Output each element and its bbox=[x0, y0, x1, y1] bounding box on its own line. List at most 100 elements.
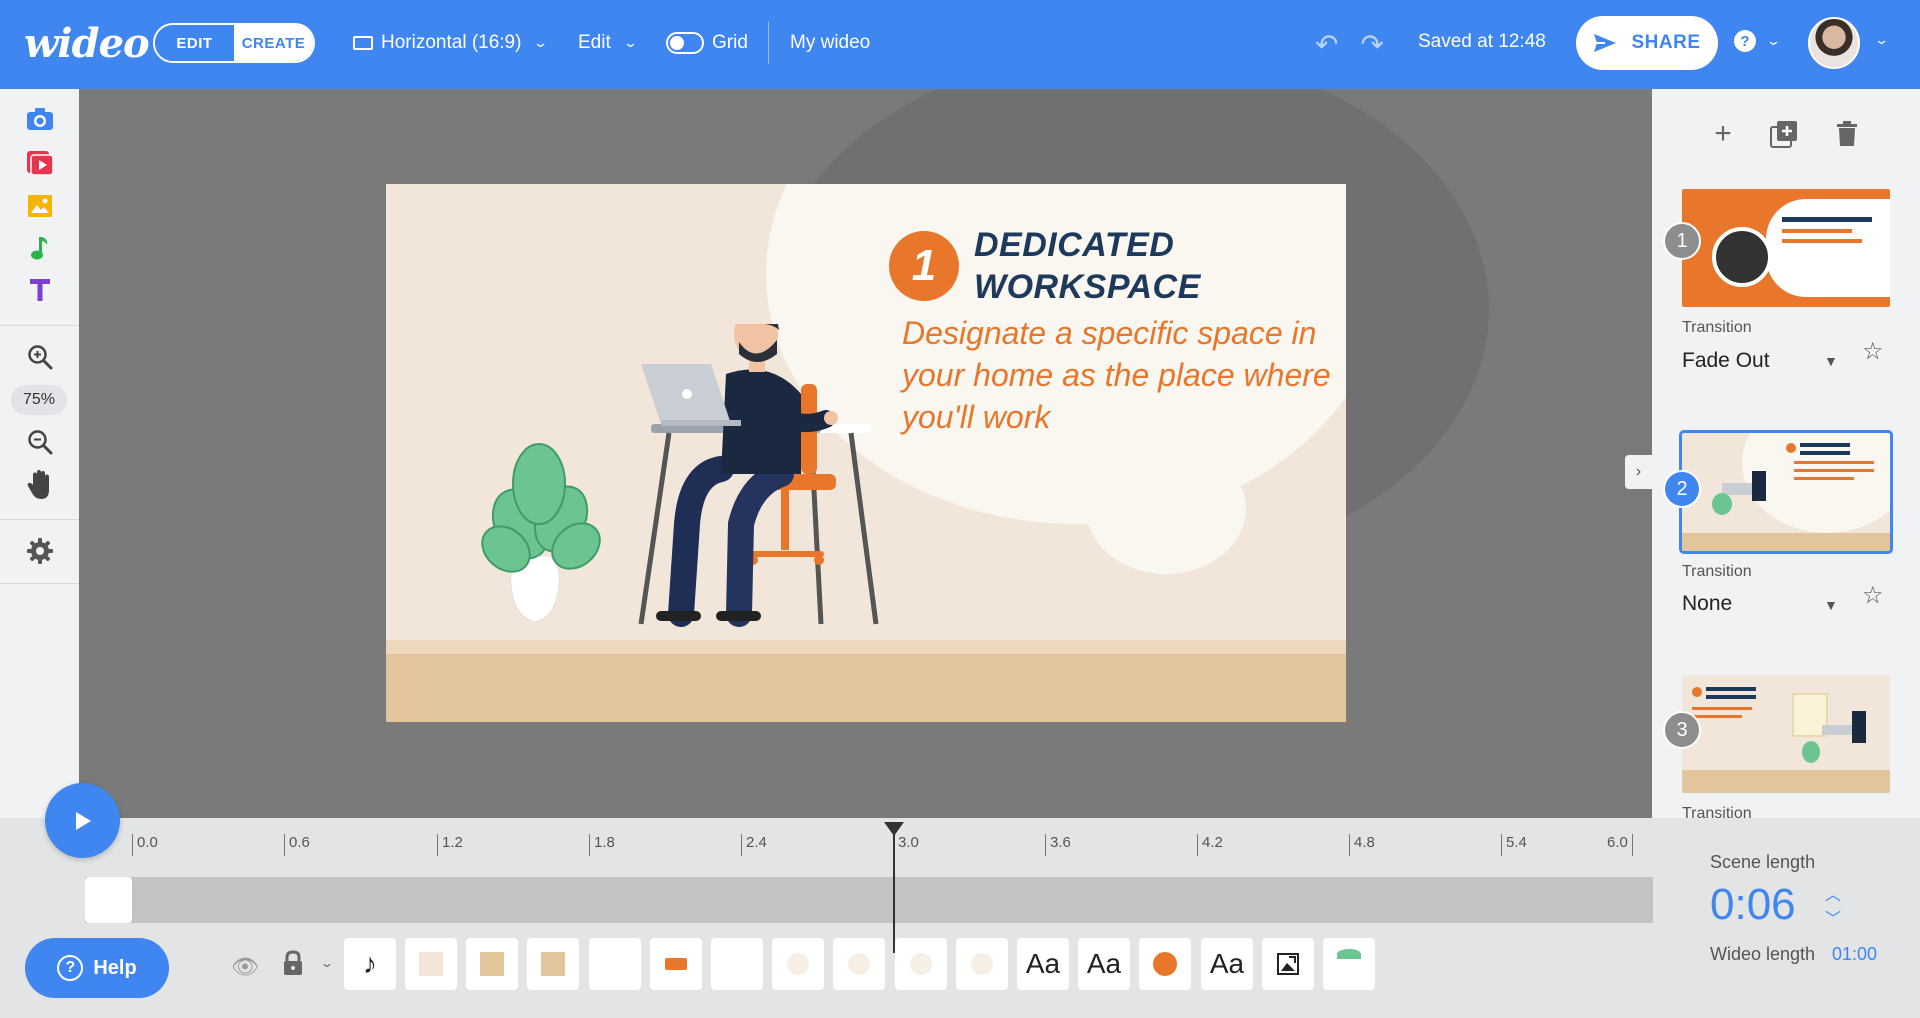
grid-toggle[interactable]: Grid bbox=[666, 28, 748, 58]
camera-button[interactable] bbox=[0, 99, 79, 139]
avatar[interactable] bbox=[1808, 17, 1860, 69]
edit-menu[interactable]: Edit ⌄ bbox=[578, 28, 638, 58]
scene-thumbnail-1[interactable] bbox=[1682, 189, 1890, 307]
scene-number-2[interactable]: 2 bbox=[1663, 470, 1701, 508]
slide-title-line-1: DEDICATED bbox=[974, 226, 1175, 264]
scene-track[interactable] bbox=[85, 877, 1653, 923]
wideo-logo[interactable]: wideo bbox=[24, 20, 150, 67]
timeline-element-image[interactable] bbox=[1262, 938, 1314, 990]
slide-body-text[interactable]: Designate a specific space in your home … bbox=[902, 312, 1342, 438]
music-button[interactable] bbox=[0, 228, 79, 268]
scene-length-value[interactable]: 0:06 bbox=[1710, 880, 1796, 930]
play-button[interactable] bbox=[45, 783, 120, 858]
timeline-element-text[interactable]: Aa bbox=[1017, 938, 1069, 990]
collapse-scenes-button[interactable]: › bbox=[1625, 455, 1652, 489]
divider bbox=[0, 583, 79, 584]
shape-thumb-icon bbox=[480, 952, 504, 976]
grid-label: Grid bbox=[712, 32, 748, 53]
scene-thumbnail-3[interactable] bbox=[1682, 675, 1890, 793]
star-icon[interactable]: ☆ bbox=[1862, 337, 1884, 366]
video-button[interactable] bbox=[0, 143, 79, 183]
timeline-element-shape[interactable] bbox=[527, 938, 579, 990]
circle-thumb-icon bbox=[910, 953, 932, 975]
transition-select-1[interactable]: Fade Out bbox=[1682, 349, 1770, 373]
transition-select-2[interactable]: None bbox=[1682, 592, 1732, 616]
person-at-desk-illustration[interactable] bbox=[481, 324, 901, 659]
chevron-down-icon[interactable]: ⌄ bbox=[1874, 32, 1889, 48]
timeline-element-circle[interactable] bbox=[772, 938, 824, 990]
illustration-thumb-icon bbox=[665, 958, 687, 970]
track-start-handle[interactable] bbox=[85, 877, 132, 923]
timeline-element-circle[interactable] bbox=[956, 938, 1008, 990]
scene-number-3[interactable]: 3 bbox=[1663, 711, 1701, 749]
duplicate-scene-icon[interactable] bbox=[1769, 120, 1798, 148]
caret-down-icon[interactable]: ▼ bbox=[1824, 353, 1838, 369]
eye-icon[interactable]: 👁 bbox=[231, 954, 259, 980]
timeline-element-circle[interactable] bbox=[833, 938, 885, 990]
timeline: 0.0 0.6 1.2 1.8 2.4 3.0 3.6 4.2 4.8 5.4 … bbox=[0, 783, 1920, 1018]
settings-button[interactable] bbox=[0, 531, 79, 571]
top-bar: wideo EDIT CREATE Horizontal (16:9) ⌄ Ed… bbox=[0, 0, 1920, 89]
timeline-element-shape[interactable] bbox=[711, 938, 763, 990]
timeline-element-shape[interactable] bbox=[405, 938, 457, 990]
slide-canvas[interactable]: 1 DEDICATED WORKSPACE Designate a specif… bbox=[386, 184, 1346, 722]
timeline-element-circle[interactable] bbox=[895, 938, 947, 990]
mode-toggle: EDIT CREATE bbox=[153, 23, 315, 63]
zoom-out-button[interactable] bbox=[0, 422, 79, 462]
zoom-in-button[interactable] bbox=[0, 337, 79, 377]
aspect-ratio-icon bbox=[353, 36, 373, 50]
share-button[interactable]: SHARE bbox=[1576, 16, 1718, 70]
saved-status: Saved at 12:48 bbox=[1418, 31, 1546, 52]
ruler-tick: 4.8 bbox=[1349, 834, 1375, 856]
slide-title[interactable]: DEDICATED WORKSPACE bbox=[974, 224, 1201, 308]
create-mode-button[interactable]: CREATE bbox=[234, 25, 313, 61]
edit-mode-button[interactable]: EDIT bbox=[155, 25, 234, 61]
text-icon bbox=[29, 279, 50, 301]
add-scene-icon[interactable]: + bbox=[1714, 117, 1732, 151]
ruler-tick: 2.4 bbox=[741, 834, 767, 856]
scene-number-1[interactable]: 1 bbox=[1663, 222, 1701, 260]
timeline-element-image[interactable] bbox=[650, 938, 702, 990]
slide-number-badge[interactable]: 1 bbox=[889, 231, 959, 301]
ruler-tick: 5.4 bbox=[1501, 834, 1527, 856]
timeline-element-plant[interactable] bbox=[1323, 938, 1375, 990]
help-menu[interactable]: ? ⌄ bbox=[1734, 30, 1782, 52]
ruler-tick: 4.2 bbox=[1197, 834, 1223, 856]
image-button[interactable] bbox=[0, 186, 79, 226]
undo-icon[interactable]: ↶ bbox=[1315, 28, 1338, 61]
project-name[interactable]: My wideo bbox=[790, 28, 870, 58]
playhead[interactable] bbox=[884, 822, 904, 953]
timeline-element-shape[interactable] bbox=[589, 938, 641, 990]
pan-button[interactable] bbox=[0, 465, 79, 505]
help-button[interactable]: ? Help bbox=[25, 938, 169, 998]
transition-label: Transition bbox=[1682, 319, 1752, 336]
edit-menu-label: Edit bbox=[578, 32, 611, 53]
chevron-down-icon[interactable]: ﹀ bbox=[1825, 908, 1841, 932]
divider bbox=[0, 325, 79, 326]
circle-thumb-icon bbox=[971, 953, 993, 975]
canvas-area[interactable]: 1 DEDICATED WORKSPACE Designate a specif… bbox=[79, 89, 1652, 818]
chevron-up-icon[interactable]: ︿ bbox=[1825, 884, 1841, 908]
send-icon bbox=[1594, 34, 1617, 52]
timeline-element-music[interactable]: ♪ bbox=[344, 938, 396, 990]
lock-icon[interactable] bbox=[282, 950, 304, 976]
hand-icon bbox=[27, 470, 49, 499]
share-label: SHARE bbox=[1631, 32, 1701, 53]
scene-length-stepper[interactable]: ︿ ﹀ bbox=[1825, 884, 1841, 932]
format-dropdown[interactable]: Horizontal (16:9) ⌄ bbox=[353, 28, 549, 58]
question-icon: ? bbox=[1734, 30, 1756, 52]
text-button[interactable] bbox=[0, 270, 79, 310]
timeline-element-circle[interactable] bbox=[1139, 938, 1191, 990]
chevron-down-icon: ⌄ bbox=[1765, 33, 1782, 48]
trash-icon[interactable] bbox=[1836, 121, 1858, 147]
redo-icon[interactable]: ↷ bbox=[1360, 28, 1383, 61]
timeline-element-text[interactable]: Aa bbox=[1078, 938, 1130, 990]
caret-down-icon[interactable]: ▼ bbox=[1824, 597, 1838, 613]
star-icon[interactable]: ☆ bbox=[1862, 581, 1884, 610]
shape-thumb-icon bbox=[419, 952, 443, 976]
chevron-down-icon[interactable]: ⌄ bbox=[320, 956, 334, 970]
ruler-tick: 6.0 bbox=[1607, 834, 1633, 856]
timeline-element-shape[interactable] bbox=[466, 938, 518, 990]
scene-thumbnail-2[interactable] bbox=[1679, 430, 1893, 554]
timeline-element-text[interactable]: Aa bbox=[1201, 938, 1253, 990]
